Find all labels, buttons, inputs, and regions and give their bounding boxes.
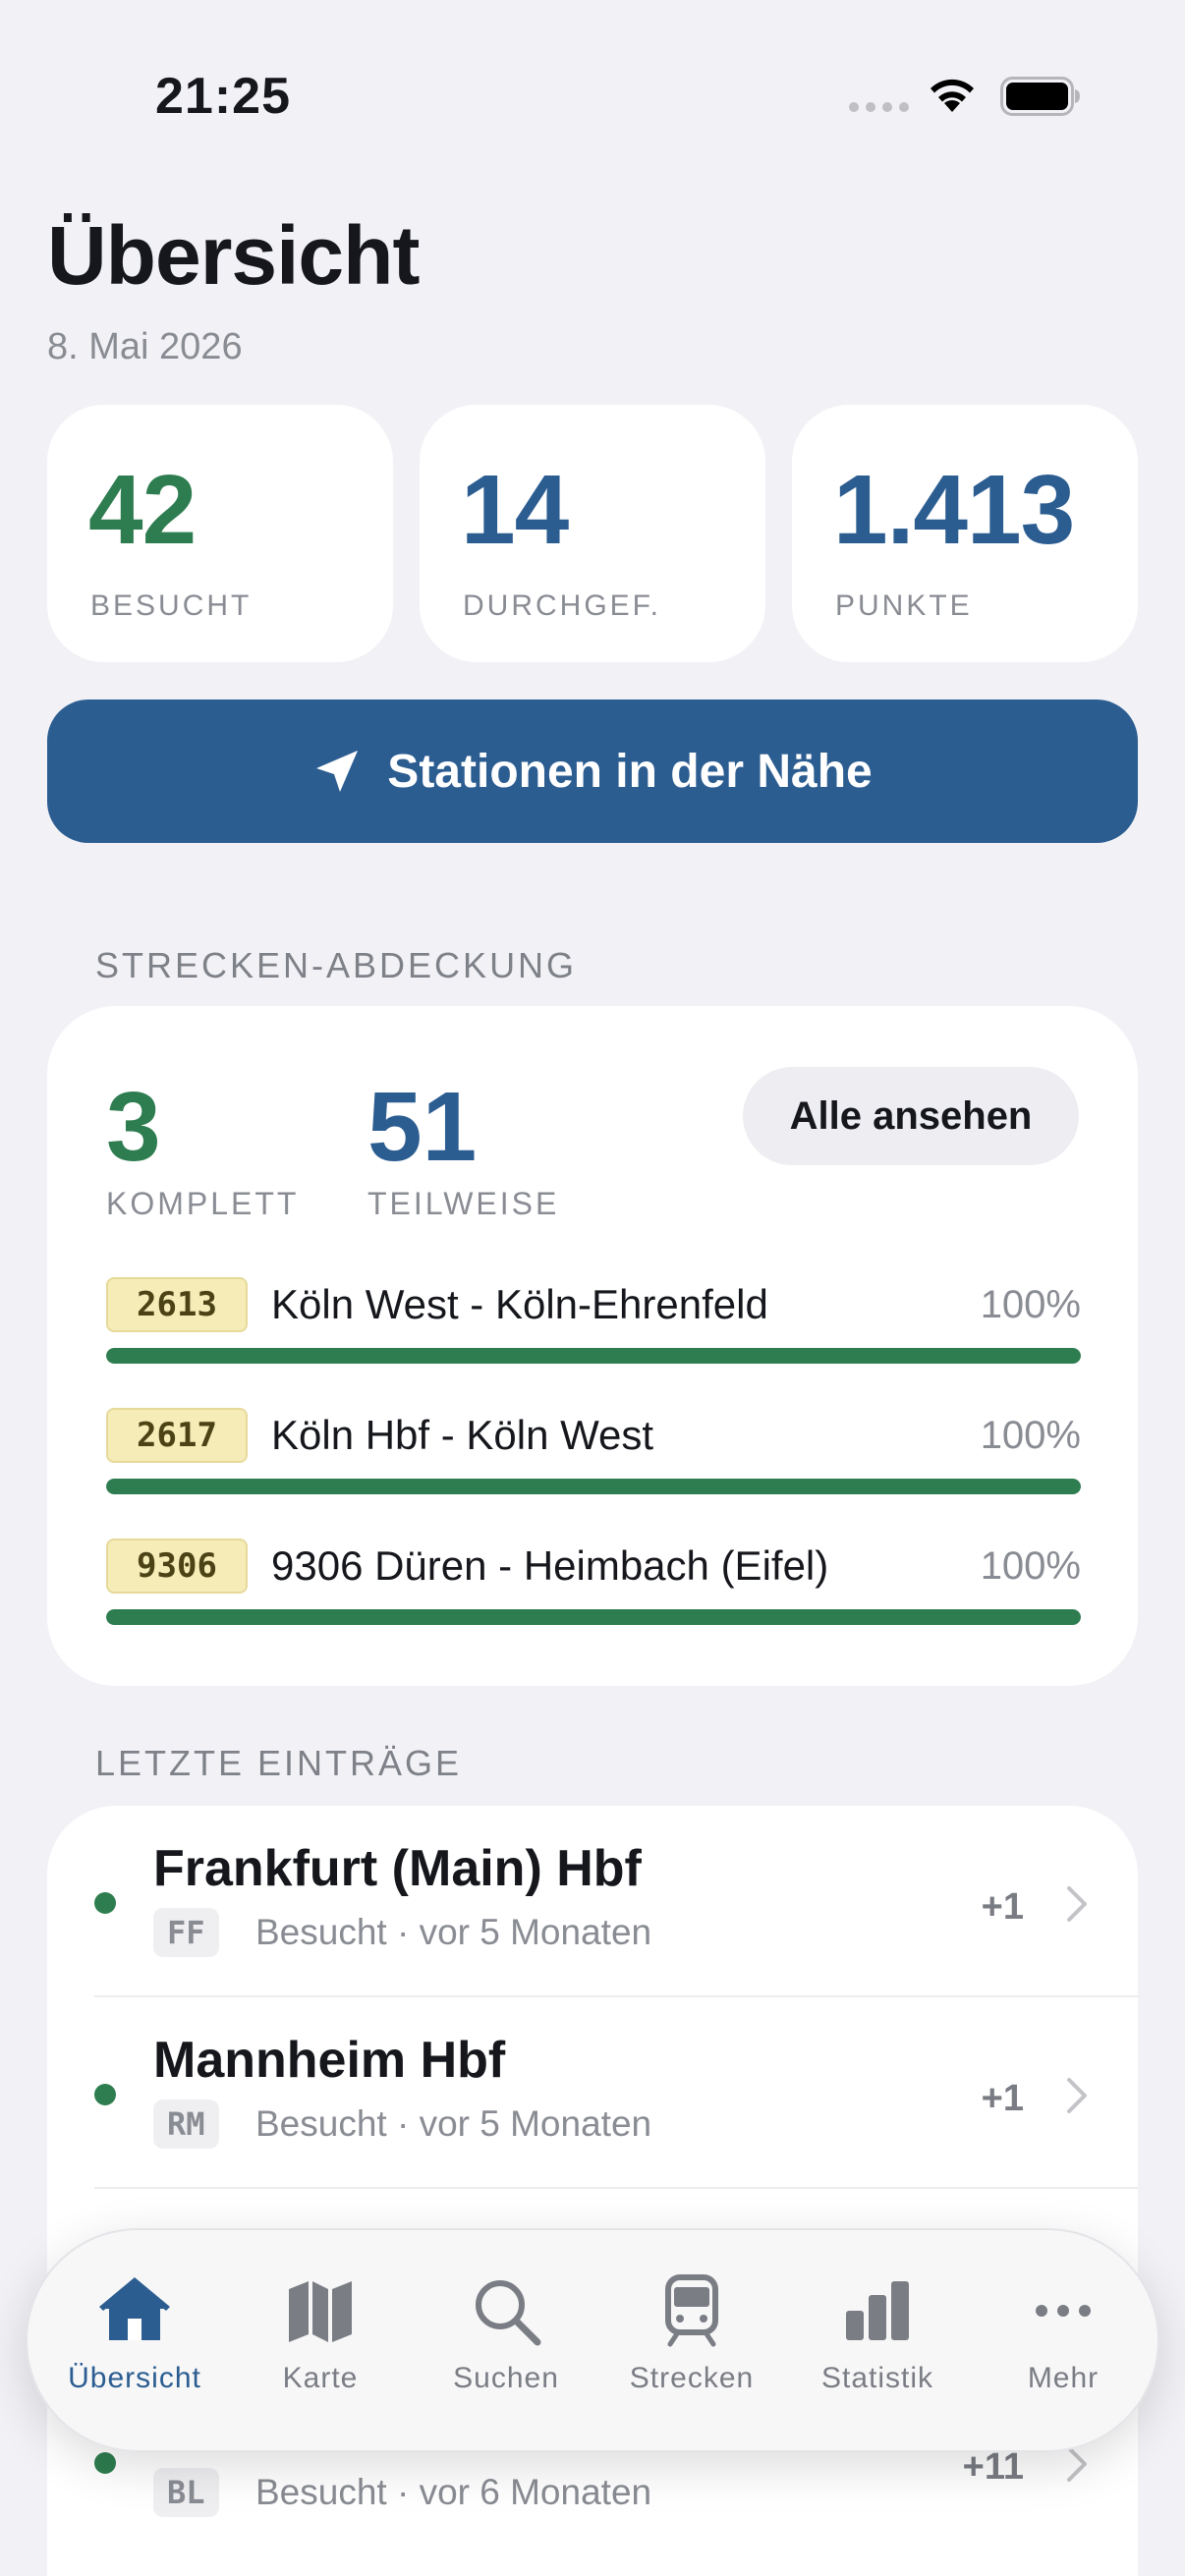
entry-title: Frankfurt (Main) Hbf <box>153 1840 642 1897</box>
nearby-stations-button[interactable]: Stationen in der Nähe <box>47 700 1138 843</box>
route-name: Köln Hbf - Köln West <box>271 1412 654 1458</box>
search-icon <box>476 2280 541 2346</box>
route-progress-fill <box>106 1479 1081 1494</box>
route-percent: 100% <box>980 1544 1081 1588</box>
route-progress-bar <box>106 1609 1081 1625</box>
complete-value: 3 <box>106 1072 161 1182</box>
page-date: 8. Mai 2026 <box>47 326 243 367</box>
status-dot <box>94 2084 116 2105</box>
entry-count: +1 <box>981 1886 1024 1928</box>
route-name: Köln West - Köln-Ehrenfeld <box>271 1281 768 1327</box>
stat-value: 14 <box>461 455 569 565</box>
view-all-button[interactable]: Alle ansehen <box>743 1067 1079 1165</box>
entry-title: Mannheim Hbf <box>153 2032 506 2089</box>
stat-card-visited[interactable]: 42 BESUCHT <box>47 405 393 662</box>
tab-label: Strecken <box>629 2362 755 2394</box>
recent-entries-list: Frankfurt (Main) Hbf FF Besucht · vor 5 … <box>47 1806 1138 2576</box>
list-item[interactable]: Mannheim Hbf RM Besucht · vor 5 Monaten … <box>47 1997 1138 2189</box>
entry-subtitle: Besucht · vor 5 Monaten <box>255 1912 652 1952</box>
route-progress-fill <box>106 1348 1081 1364</box>
stat-value: 1.413 <box>833 455 1075 565</box>
nearby-stations-label: Stationen in der Nähe <box>387 745 873 798</box>
recent-section-title: LETZTE EINTRÄGE <box>95 1743 463 1783</box>
coverage-section-title: STRECKEN-ABDECKUNG <box>95 945 578 985</box>
tab-label: Karte <box>282 2362 359 2394</box>
location-arrow-icon <box>316 751 359 792</box>
stat-label: PUNKTE <box>835 589 973 622</box>
stat-card-points[interactable]: 1.413 PUNKTE <box>792 405 1138 662</box>
partial-label: TEILWEISE <box>367 1186 560 1221</box>
partial-stat: 51 TEILWEISE <box>367 1071 559 1222</box>
route-progress-bar <box>106 1479 1081 1494</box>
route-number-badge: 2613 <box>106 1277 248 1332</box>
tab-routes[interactable]: Strecken <box>598 2273 785 2421</box>
route-number-badge: 2617 <box>106 1408 248 1463</box>
route-percent: 100% <box>980 1283 1081 1326</box>
status-dot <box>94 2452 116 2474</box>
route-progress-fill <box>106 1609 1081 1625</box>
route-row[interactable]: 2617 Köln Hbf - Köln West 100% <box>106 1408 1081 1526</box>
tab-label: Übersicht <box>68 2362 201 2394</box>
entry-count: +11 <box>962 2446 1024 2488</box>
station-code-badge: RM <box>153 2100 219 2149</box>
route-row[interactable]: 2613 Köln West - Köln-Ehrenfeld 100% <box>106 1277 1081 1395</box>
chevron-right-icon <box>1067 1886 1087 1922</box>
partial-value: 51 <box>367 1072 478 1182</box>
route-row[interactable]: 9306 9306 Düren - Heimbach (Eifel) 100% <box>106 1539 1081 1656</box>
coverage-card: 3 KOMPLETT 51 TEILWEISE Alle ansehen 261… <box>47 1006 1138 1686</box>
status-time: 21:25 <box>155 68 291 125</box>
tab-label: Suchen <box>453 2362 559 2394</box>
stat-card-passed[interactable]: 14 DURCHGEF. <box>420 405 765 662</box>
tab-map[interactable]: Karte <box>227 2273 414 2421</box>
map-icon <box>289 2281 352 2342</box>
tab-bar: Übersicht Karte Suchen Strecken Statisti… <box>26 2228 1159 2452</box>
train-icon <box>665 2274 718 2347</box>
tab-overview[interactable]: Übersicht <box>41 2273 228 2421</box>
page-title: Übersicht <box>47 209 420 302</box>
entry-subtitle: Besucht · vor 6 Monaten <box>255 2472 652 2512</box>
stat-label: DURCHGEF. <box>463 589 662 622</box>
entry-count: +1 <box>981 2078 1024 2119</box>
wifi-icon <box>931 79 974 112</box>
route-progress-bar <box>106 1348 1081 1364</box>
chevron-right-icon <box>1067 2078 1087 2113</box>
route-percent: 100% <box>980 1414 1081 1457</box>
status-bar: 21:25 <box>0 0 1185 196</box>
tab-label: Mehr <box>1027 2362 1100 2394</box>
house-icon <box>99 2277 170 2340</box>
tab-search[interactable]: Suchen <box>413 2273 599 2421</box>
station-code-badge: BL <box>153 2468 219 2517</box>
complete-label: KOMPLETT <box>106 1186 300 1221</box>
status-dot <box>94 1892 116 1914</box>
route-name: 9306 Düren - Heimbach (Eifel) <box>271 1542 829 1589</box>
list-item[interactable]: Frankfurt (Main) Hbf FF Besucht · vor 5 … <box>47 1806 1138 1997</box>
stat-value: 42 <box>88 455 197 565</box>
entry-subtitle: Besucht · vor 5 Monaten <box>255 2103 652 2144</box>
tab-label: Statistik <box>820 2362 934 2394</box>
chevron-right-icon <box>1067 2446 1087 2482</box>
bar-chart-icon <box>846 2281 909 2340</box>
complete-stat: 3 KOMPLETT <box>106 1071 299 1222</box>
station-code-badge: FF <box>153 1908 219 1957</box>
ellipsis-icon <box>1036 2305 1091 2317</box>
battery-icon <box>1000 77 1080 116</box>
tab-statistics[interactable]: Statistik <box>784 2273 971 2421</box>
tab-more[interactable]: Mehr <box>970 2273 1157 2421</box>
route-number-badge: 9306 <box>106 1539 248 1594</box>
stat-label: BESUCHT <box>90 589 253 622</box>
cellular-signal-icon <box>849 102 909 112</box>
